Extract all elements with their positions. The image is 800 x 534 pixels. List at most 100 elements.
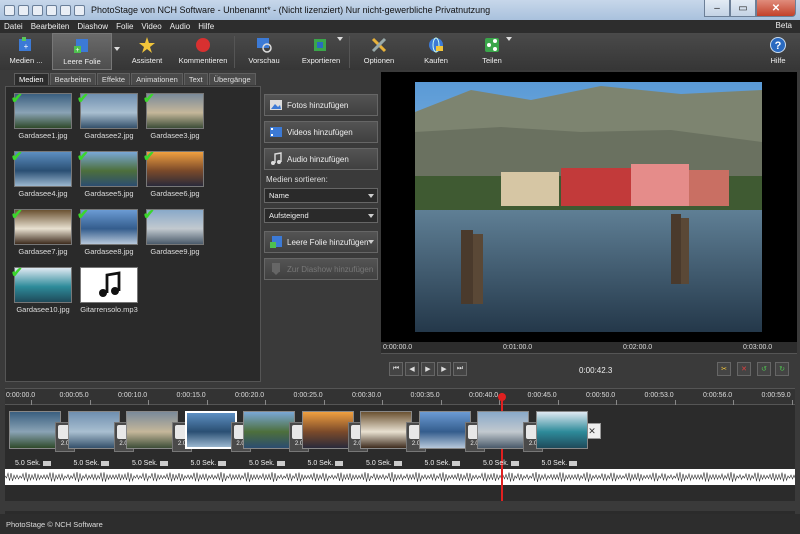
- timeline-slide[interactable]: [126, 411, 178, 449]
- rotate-left-icon[interactable]: ↺: [757, 362, 771, 376]
- fotos-hinzufuegen-button[interactable]: Fotos hinzufügen: [264, 94, 378, 116]
- menu-hilfe[interactable]: Hilfe: [194, 22, 218, 31]
- menu-datei[interactable]: Datei: [0, 22, 27, 31]
- kommentieren-button[interactable]: Kommentieren: [172, 33, 234, 70]
- slide-duration[interactable]: 5.0 Sek.: [191, 460, 227, 467]
- play-button[interactable]: ▶: [421, 362, 435, 376]
- medien-button[interactable]: + Medien ...: [0, 33, 52, 70]
- undo-icon[interactable]: [60, 4, 71, 16]
- record-icon: [196, 38, 210, 52]
- timeline-slide[interactable]: [477, 411, 529, 449]
- close-button[interactable]: ✕: [756, 0, 796, 17]
- tab-uebergaenge[interactable]: Übergänge: [208, 73, 256, 85]
- timeline-slide[interactable]: [418, 411, 471, 449]
- tab-bearbeiten[interactable]: Bearbeiten: [49, 73, 96, 85]
- media-thumbnail: ✔: [143, 91, 204, 129]
- menu-diashow[interactable]: Diashow: [73, 22, 112, 31]
- teilen-button[interactable]: Teilen: [464, 33, 520, 70]
- media-item[interactable]: ✔ Gardasee10.jpg: [10, 265, 76, 314]
- audio-track[interactable]: [4, 469, 796, 485]
- step-forward-button[interactable]: ▶: [437, 362, 451, 376]
- rotate-right-icon[interactable]: ↻: [775, 362, 789, 376]
- vorschau-button[interactable]: Vorschau: [235, 33, 293, 70]
- kaufen-button[interactable]: Kaufen: [408, 33, 464, 70]
- assistent-button[interactable]: Assistent: [122, 33, 172, 70]
- media-item[interactable]: ✔ Gardasee3.jpg: [142, 91, 208, 140]
- audio-hinzufuegen-button[interactable]: Audio hinzufügen: [264, 148, 378, 170]
- maximize-button[interactable]: ▭: [730, 0, 756, 17]
- timeline-slide[interactable]: [535, 411, 588, 449]
- tab-effekte[interactable]: Effekte: [96, 73, 131, 85]
- media-item[interactable]: ✔ Gardasee4.jpg: [10, 149, 76, 198]
- playhead-handle[interactable]: [498, 393, 506, 401]
- slide-duration[interactable]: 5.0 Sek.: [308, 460, 344, 467]
- chevron-down-icon: [114, 47, 120, 51]
- slide-duration[interactable]: 5.0 Sek.: [542, 460, 578, 467]
- preview-ruler[interactable]: 0:00:00.0 0:01:00.0 0:02:00.0 0:03:00.0: [381, 342, 797, 354]
- minimize-button[interactable]: –: [704, 0, 730, 17]
- media-label: Gardasee5.jpg: [84, 189, 134, 198]
- media-item[interactable]: ✔ Gardasee8.jpg: [76, 207, 142, 256]
- leere-folie-dropdown[interactable]: [112, 33, 122, 70]
- step-back-button[interactable]: ◀: [405, 362, 419, 376]
- ruler-tick-label: 0:01:00.0: [503, 344, 533, 351]
- save-icon[interactable]: [46, 4, 57, 16]
- slide-duration[interactable]: 5.0 Sek.: [15, 460, 51, 467]
- delete-icon[interactable]: ✕: [737, 362, 751, 376]
- slide-duration[interactable]: 5.0 Sek.: [74, 460, 110, 467]
- media-item[interactable]: ✔ Gardasee2.jpg: [76, 91, 142, 140]
- videos-hinzufuegen-button[interactable]: Videos hinzufügen: [264, 121, 378, 143]
- timeline-slide[interactable]: [360, 411, 412, 449]
- optionen-button[interactable]: Optionen: [350, 33, 408, 70]
- timeline-slide[interactable]: [301, 411, 354, 449]
- timeline-slide[interactable]: [9, 411, 61, 449]
- checkmark-icon: ✔: [11, 90, 23, 106]
- photo-icon: [270, 100, 282, 110]
- slide-duration[interactable]: 5.0 Sek.: [249, 460, 285, 467]
- menu-bearbeiten[interactable]: Bearbeiten: [27, 22, 74, 31]
- redo-icon[interactable]: [74, 4, 85, 16]
- sort-order-select[interactable]: Aufsteigend: [264, 208, 378, 223]
- add-to-slideshow-icon: [272, 263, 280, 275]
- timeline-scrollbar[interactable]: [5, 501, 795, 511]
- leere-folie-hinzufuegen-button[interactable]: Leere Folie hinzufügen: [264, 231, 378, 253]
- ruler-tick: [323, 400, 325, 405]
- preview-window[interactable]: [381, 72, 797, 342]
- playhead[interactable]: [501, 393, 503, 505]
- media-item[interactable]: ✔ Gardasee6.jpg: [142, 149, 208, 198]
- timeline-slide[interactable]: [184, 411, 237, 449]
- sort-by-select[interactable]: Name: [264, 188, 378, 203]
- media-item[interactable]: ✔ Gardasee9.jpg: [142, 207, 208, 256]
- ruler-tick: [616, 400, 617, 405]
- menu-video[interactable]: Video: [137, 22, 165, 31]
- leere-folie-button[interactable]: + Leere Folie: [52, 33, 112, 70]
- exportieren-button[interactable]: Exportieren: [293, 33, 349, 70]
- scissors-icon[interactable]: ✂: [717, 362, 731, 376]
- timeline-slide[interactable]: [243, 411, 295, 449]
- media-item[interactable]: ✔ Gardasee1.jpg: [10, 90, 76, 140]
- slide-duration[interactable]: 5.0 Sek.: [483, 460, 519, 467]
- media-item[interactable]: ✔ Gardasee5.jpg: [76, 149, 142, 198]
- slide-duration[interactable]: 5.0 Sek.: [366, 460, 402, 467]
- new-file-icon[interactable]: [18, 4, 29, 16]
- tab-text[interactable]: Text: [183, 73, 208, 85]
- media-item[interactable]: ✔ Gardasee7.jpg: [10, 207, 76, 256]
- slide-duration[interactable]: 5.0 Sek.: [425, 460, 461, 467]
- tab-animationen[interactable]: Animationen: [131, 73, 183, 85]
- export-icon: [314, 39, 326, 51]
- timeline-ruler[interactable]: 0:00:00.0 0:00:05.0 0:00:10.0 0:00:15.0 0:00…: [5, 389, 795, 405]
- menu-audio[interactable]: Audio: [166, 22, 194, 31]
- open-file-icon[interactable]: [32, 4, 43, 16]
- menu-folie[interactable]: Folie: [112, 22, 137, 31]
- beta-label: Beta: [775, 21, 792, 30]
- chevron-down-icon: [337, 37, 343, 41]
- go-start-button[interactable]: ⏮: [389, 362, 403, 376]
- timeline-slide[interactable]: [67, 411, 120, 449]
- media-item[interactable]: Gitarrensolo.mp3: [76, 267, 142, 314]
- zur-diashow-hinzufuegen-button[interactable]: Zur Diashow hinzufügen: [264, 258, 378, 280]
- go-end-button[interactable]: ⏭: [453, 362, 467, 376]
- hilfe-button[interactable]: ? Hilfe: [756, 33, 800, 70]
- slide-duration[interactable]: 5.0 Sek.: [132, 460, 168, 467]
- music-note-icon: [99, 271, 121, 297]
- tab-medien[interactable]: Medien: [14, 73, 49, 85]
